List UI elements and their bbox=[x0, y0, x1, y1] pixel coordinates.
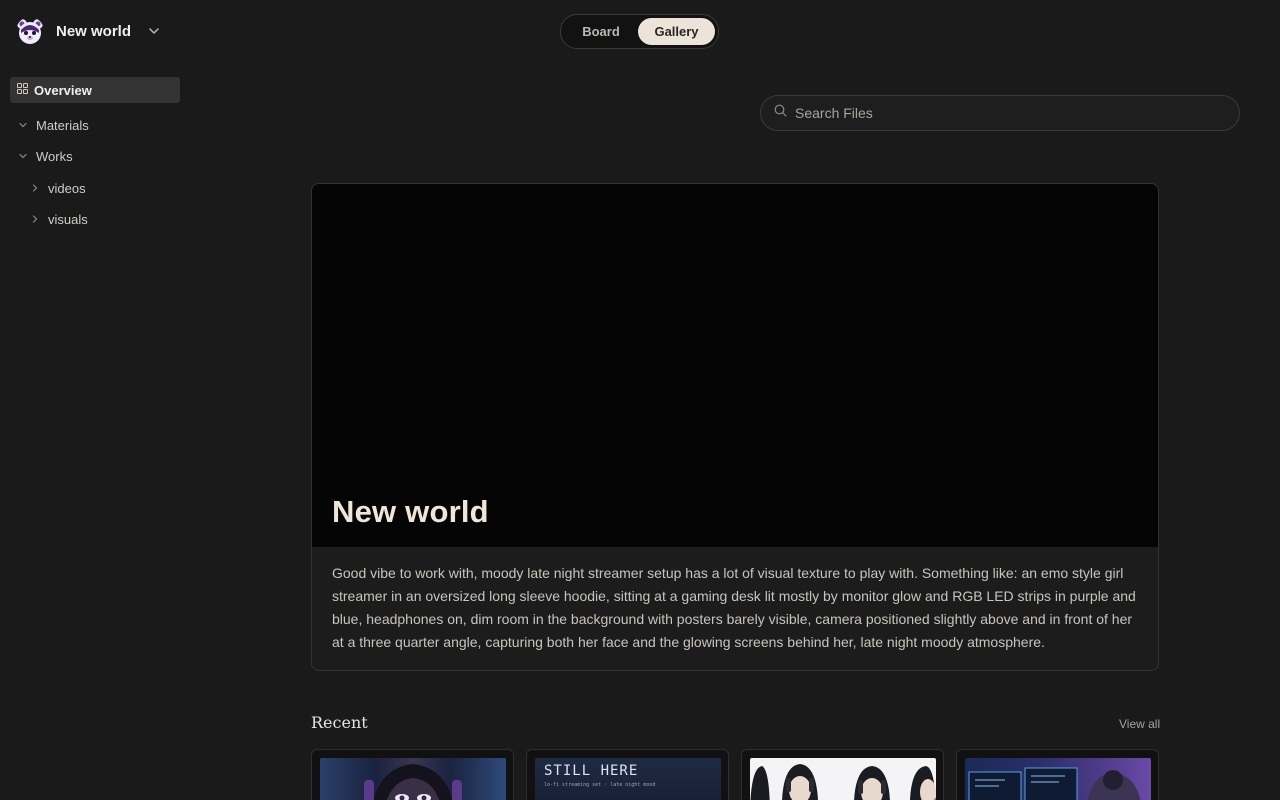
overview-hero-card: New world Good vibe to work with, moody … bbox=[311, 183, 1159, 671]
chevron-down-icon[interactable] bbox=[18, 151, 28, 161]
recent-item[interactable] bbox=[741, 749, 944, 800]
search-icon bbox=[774, 104, 787, 122]
workspace-switcher[interactable]: New world bbox=[16, 18, 161, 44]
thumbnail-overlay-title: STILL HERE bbox=[544, 763, 639, 779]
search-bar bbox=[760, 95, 1240, 131]
search-input[interactable] bbox=[795, 105, 1215, 121]
sidebar-item-visuals[interactable]: visuals bbox=[30, 208, 88, 230]
app-root: New world Overview Materials Works video… bbox=[0, 0, 1280, 800]
chevron-right-icon[interactable] bbox=[30, 214, 40, 224]
recent-section-title: Recent bbox=[311, 713, 368, 732]
tab-gallery[interactable]: Gallery bbox=[638, 18, 715, 45]
thumbnail-image bbox=[965, 758, 1151, 800]
view-all-link[interactable]: View all bbox=[1119, 717, 1160, 731]
chevron-right-icon[interactable] bbox=[30, 183, 40, 193]
cover-image[interactable] bbox=[312, 184, 1158, 547]
tab-board[interactable]: Board bbox=[564, 18, 638, 45]
recent-item[interactable]: STILL HERE lo-fi streaming set · late ni… bbox=[526, 749, 729, 800]
page-title: New world bbox=[332, 494, 489, 529]
sidebar-item-overview[interactable]: Overview bbox=[10, 77, 180, 103]
sidebar-item-works[interactable]: Works bbox=[18, 145, 73, 167]
workspace-title: New world bbox=[56, 22, 132, 40]
sidebar-item-label: videos bbox=[48, 180, 86, 196]
view-toggle: Board Gallery bbox=[560, 14, 719, 49]
sidebar-item-label: visuals bbox=[48, 211, 88, 227]
thumbnail-image bbox=[750, 758, 936, 800]
sidebar-item-label: Works bbox=[36, 148, 73, 164]
recent-item[interactable] bbox=[956, 749, 1159, 800]
recent-item[interactable] bbox=[311, 749, 514, 800]
sidebar-item-materials[interactable]: Materials bbox=[18, 114, 89, 136]
sidebar-item-videos[interactable]: videos bbox=[30, 177, 86, 199]
page-description: Good vibe to work with, moody late night… bbox=[332, 565, 1136, 650]
grid-icon bbox=[17, 81, 28, 99]
thumbnail-overlay-subtitle: lo-fi streaming set · late night mood bbox=[544, 782, 656, 788]
thumbnail-image bbox=[320, 758, 506, 800]
bear-avatar-icon bbox=[16, 17, 44, 45]
chevron-down-icon[interactable] bbox=[18, 120, 28, 130]
sidebar-item-label: Materials bbox=[36, 117, 89, 133]
thumbnail-image: STILL HERE lo-fi streaming set · late ni… bbox=[535, 758, 721, 800]
sidebar: New world Overview Materials Works video… bbox=[0, 0, 190, 800]
chevron-down-icon[interactable] bbox=[147, 24, 161, 38]
sidebar-item-label: Overview bbox=[34, 82, 92, 98]
